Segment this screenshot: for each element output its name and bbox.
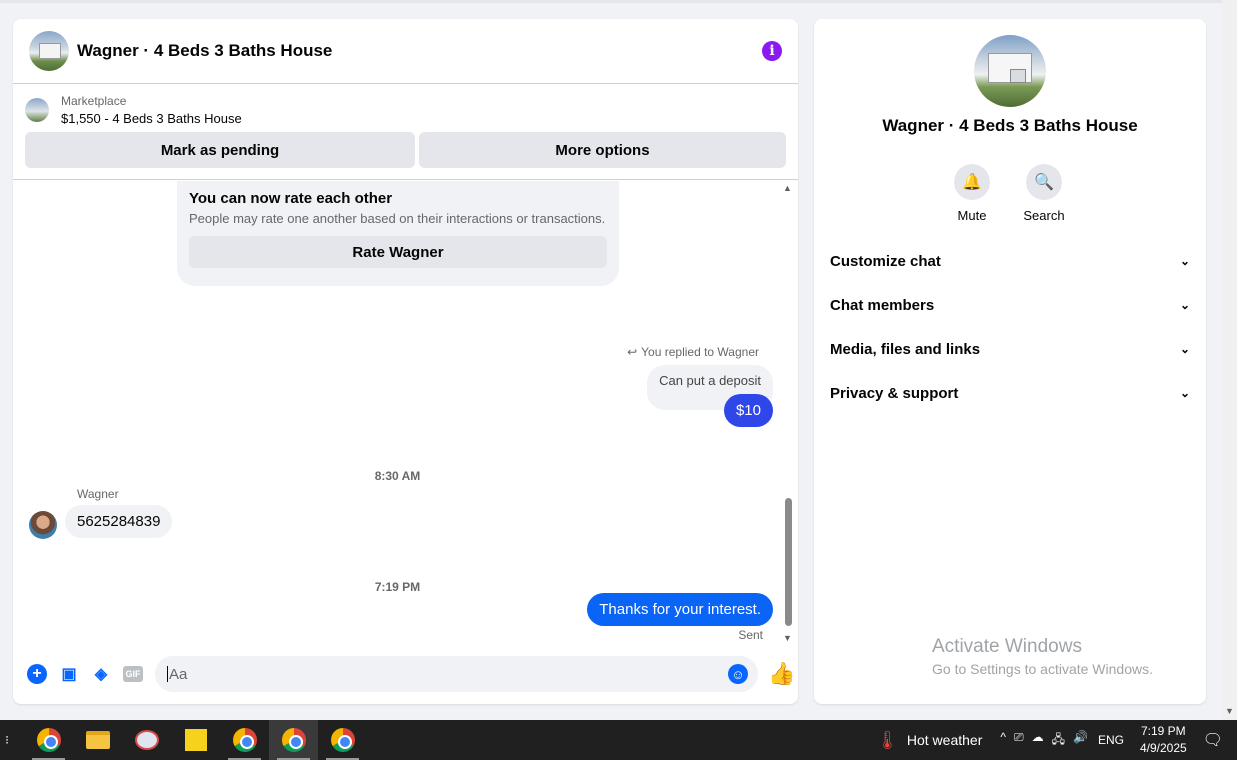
marketplace-banner: Marketplace $1,550 - 4 Beds 3 Baths Hous…	[13, 84, 798, 180]
search-icon: 🔍	[1026, 164, 1062, 200]
search-button[interactable]: 🔍 Search	[1009, 164, 1079, 223]
text-caret	[167, 666, 168, 682]
profile-name: Wagner · 4 Beds 3 Baths House	[882, 116, 1138, 135]
snipping-tool-icon	[134, 730, 159, 750]
section-label: Chat members	[830, 296, 935, 314]
watermark-subtitle: Go to Settings to activate Windows.	[932, 661, 1153, 677]
mark-pending-button[interactable]: Mark as pending	[25, 132, 415, 168]
search-label: Search	[1023, 208, 1065, 223]
chat-avatar[interactable]	[29, 31, 69, 71]
taskbar-app-snipping-tool[interactable]	[122, 720, 171, 760]
taskbar-app-chrome-profile[interactable]	[220, 720, 269, 760]
scroll-down-arrow-icon[interactable]: ▼	[783, 633, 792, 643]
system-tray: ^ ⎚ ☁ 🖧 🔊	[1000, 730, 1088, 751]
taskbar-edge: ⁝	[5, 733, 9, 747]
rate-button[interactable]: Rate Wagner	[189, 236, 607, 268]
info-icon[interactable]: i	[762, 41, 782, 61]
gif-icon[interactable]: GIF	[123, 666, 143, 682]
meet-icon[interactable]: ⎚	[1014, 730, 1024, 751]
reply-arrow-icon: ↩	[627, 345, 638, 359]
section-label: Customize chat	[830, 252, 941, 270]
chevron-down-icon: ⌄	[1179, 386, 1190, 400]
incoming-message[interactable]: 5625284839	[65, 505, 173, 538]
network-icon[interactable]: 🖧	[1052, 730, 1065, 751]
chrome-icon	[232, 728, 257, 752]
taskbar-app-chrome-profile[interactable]	[318, 720, 367, 760]
scroll-down-arrow-icon[interactable]: ▼	[1225, 706, 1234, 716]
activate-windows-watermark: Activate Windows Go to Settings to activ…	[932, 636, 1153, 677]
reply-indicator: ↩ You replied to Wagner	[627, 345, 759, 359]
reply-indicator-label: You replied to Wagner	[641, 345, 759, 359]
section-label: Privacy & support	[830, 384, 959, 402]
chrome-icon	[281, 728, 306, 752]
sticky-notes-icon	[184, 729, 207, 751]
message-scrollbar[interactable]: ▲ ▼	[783, 181, 793, 643]
outgoing-message[interactable]: $10	[723, 394, 773, 427]
taskbar-app-sticky-notes[interactable]	[171, 720, 220, 760]
thermometer-icon[interactable]: 🌡	[876, 730, 899, 751]
sent-status: Sent	[738, 628, 763, 641]
rate-title: You can now rate each other	[189, 190, 393, 207]
rate-card: You can now rate each other People may r…	[177, 181, 619, 286]
rate-subtitle: People may rate one another based on the…	[189, 211, 606, 226]
section-label: Media, files and links	[830, 340, 981, 358]
timestamp: 8:30 AM	[374, 469, 421, 483]
emoji-icon[interactable]: ☺	[728, 664, 748, 684]
timestamp: 7:19 PM	[374, 580, 421, 594]
sticker-icon[interactable]: ◈	[91, 664, 111, 684]
folder-icon	[85, 731, 110, 749]
page-scrollbar[interactable]: ▼	[1222, 0, 1237, 720]
conversation-info-panel: Wagner · 4 Beds 3 Baths House 🔔 Mute 🔍 S…	[814, 19, 1206, 704]
taskbar-app-chrome-active[interactable]	[269, 720, 318, 760]
chrome-icon	[36, 728, 61, 752]
chat-header: Wagner · 4 Beds 3 Baths House i	[13, 19, 798, 84]
profile-avatar[interactable]	[974, 35, 1046, 107]
message-input-placeholder: Aa	[169, 665, 188, 683]
mute-button[interactable]: 🔔 Mute	[937, 164, 1007, 223]
sender-name: Wagner	[77, 487, 119, 501]
plus-icon[interactable]: +	[27, 664, 47, 684]
section-privacy-support[interactable]: Privacy & support ⌄	[830, 371, 1190, 415]
composer: + ▣ ◈ GIF Aa ☺ 👍	[13, 655, 798, 693]
chrome-icon	[330, 728, 355, 752]
sender-avatar[interactable]	[29, 511, 57, 539]
language-indicator[interactable]: ENG	[1098, 733, 1124, 747]
notification-icon[interactable]: 🗨	[1203, 730, 1223, 750]
outgoing-message[interactable]: Thanks for your interest.	[587, 593, 773, 626]
taskbar-app-file-explorer[interactable]	[73, 720, 122, 760]
photo-icon[interactable]: ▣	[59, 664, 79, 684]
top-border	[0, 0, 1222, 3]
listing-thumbnail[interactable]	[25, 98, 49, 122]
section-chat-members[interactable]: Chat members ⌄	[830, 283, 1190, 327]
chevron-down-icon: ⌄	[1179, 342, 1190, 356]
mute-label: Mute	[957, 208, 987, 223]
section-media-files-links[interactable]: Media, files and links ⌄	[830, 327, 1190, 371]
clock-time: 7:19 PM	[1140, 724, 1186, 738]
clock-date: 4/9/2025	[1139, 741, 1187, 755]
watermark-title: Activate Windows	[932, 636, 1082, 657]
message-input[interactable]: Aa ☺	[155, 656, 758, 692]
thumbs-up-icon[interactable]: 👍	[768, 661, 795, 687]
taskbar-app-chrome[interactable]	[24, 720, 73, 760]
chevron-up-icon[interactable]: ^	[1000, 730, 1006, 751]
taskbar: ⁝ 🌡 Hot weather ^ ⎚ ☁ 🖧 🔊 ENG 7:19 PM 4/…	[0, 720, 1237, 760]
message-list: You can now rate each other People may r…	[13, 181, 798, 641]
volume-icon[interactable]: 🔊	[1073, 730, 1088, 751]
weather-label[interactable]: Hot weather	[907, 732, 982, 748]
more-options-button[interactable]: More options	[419, 132, 786, 168]
scroll-thumb[interactable]	[785, 498, 792, 626]
onedrive-icon[interactable]: ☁	[1032, 730, 1044, 751]
chat-title[interactable]: Wagner · 4 Beds 3 Baths House	[77, 41, 332, 61]
chevron-down-icon: ⌄	[1179, 254, 1190, 268]
scroll-up-arrow-icon[interactable]: ▲	[783, 183, 792, 193]
bell-icon: 🔔	[954, 164, 990, 200]
section-customize-chat[interactable]: Customize chat ⌄	[830, 239, 1190, 283]
listing-title[interactable]: $1,550 - 4 Beds 3 Baths House	[61, 111, 242, 126]
chevron-down-icon: ⌄	[1179, 298, 1190, 312]
marketplace-label: Marketplace	[61, 94, 127, 108]
chat-panel: Wagner · 4 Beds 3 Baths House i Marketpl…	[13, 19, 798, 704]
clock[interactable]: 7:19 PM 4/9/2025	[1140, 723, 1187, 757]
